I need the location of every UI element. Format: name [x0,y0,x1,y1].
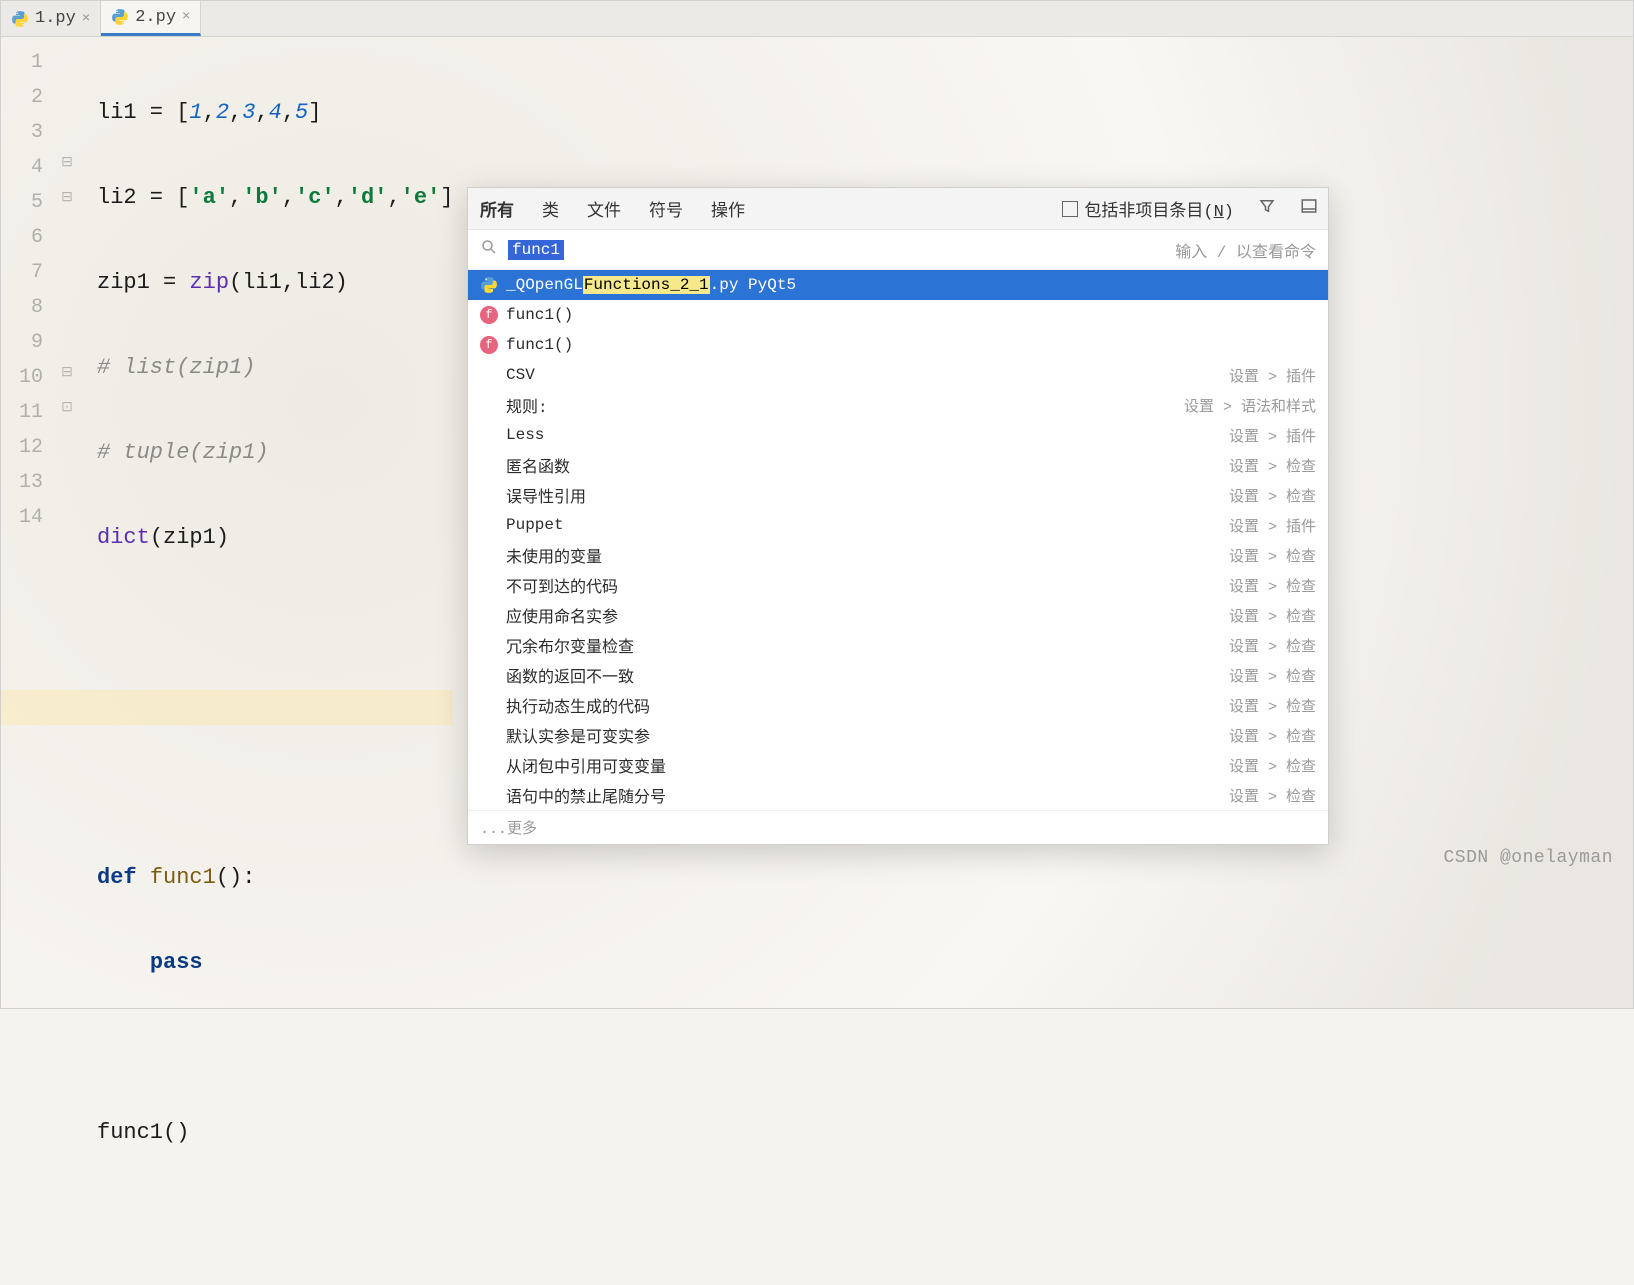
search-everywhere-popup: 所有 类 文件 符号 操作 包括非项目条目(N) func1 输入 / 以查看命… [467,187,1329,845]
search-result-item[interactable]: 规则:设置 > 语法和样式 [468,390,1328,420]
search-result-item[interactable]: CSV设置 > 插件 [468,360,1328,390]
search-result-item[interactable]: 不可到达的代码设置 > 检查 [468,570,1328,600]
python-file-icon [11,10,29,28]
popup-tab-symbols[interactable]: 符号 [647,196,685,222]
search-input-row: func1 输入 / 以查看命令 [468,230,1328,270]
python-file-icon [480,276,498,294]
more-results-link[interactable]: ...更多 [468,810,1328,844]
search-hint: 输入 / 以查看命令 [1175,238,1316,262]
tab-1-py[interactable]: 1.py × [1,1,101,36]
include-non-project-checkbox[interactable]: 包括非项目条目(N) [1062,196,1234,222]
search-result-item[interactable]: 未使用的变量设置 > 检查 [468,540,1328,570]
popup-tab-row: 所有 类 文件 符号 操作 包括非项目条目(N) [468,188,1328,230]
code-area[interactable]: li1 = [1,2,3,4,5] li2 = ['a','b','c','d'… [57,37,453,1285]
search-result-file[interactable]: _QOpenGLFunctions_2_1.py PyQt5 [468,270,1328,300]
editor-tab-bar: 1.py × 2.py × [1,1,1633,37]
tab-2-label: 2.py [135,8,176,27]
popup-tab-all[interactable]: 所有 [478,196,516,222]
search-result-item[interactable]: Less设置 > 插件 [468,420,1328,450]
search-result-item[interactable]: 语句中的禁止尾随分号设置 > 检查 [468,780,1328,810]
search-icon [480,238,498,262]
watermark: CSDN @onelayman [1443,848,1613,868]
search-result-item[interactable]: 默认实参是可变实参设置 > 检查 [468,720,1328,750]
open-in-tool-window-icon[interactable] [1300,197,1318,221]
function-icon: f [480,336,498,354]
close-icon[interactable]: × [82,11,90,27]
tab-1-label: 1.py [35,9,76,28]
popup-tab-classes[interactable]: 类 [540,196,561,222]
search-result-item[interactable]: 函数的返回不一致设置 > 检查 [468,660,1328,690]
filter-icon[interactable] [1258,197,1276,221]
search-result-function[interactable]: f func1() [468,300,1328,330]
search-result-item[interactable]: 从闭包中引用可变变量设置 > 检查 [468,750,1328,780]
search-result-function[interactable]: f func1() [468,330,1328,360]
popup-tab-actions[interactable]: 操作 [709,196,747,222]
close-icon[interactable]: × [182,9,190,25]
search-result-item[interactable]: 执行动态生成的代码设置 > 检查 [468,690,1328,720]
python-file-icon [111,8,129,26]
function-icon: f [480,306,498,324]
search-result-item[interactable]: 冗余布尔变量检查设置 > 检查 [468,630,1328,660]
search-result-item[interactable]: Puppet设置 > 插件 [468,510,1328,540]
search-result-item[interactable]: 误导性引用设置 > 检查 [468,480,1328,510]
search-result-item[interactable]: 匿名函数设置 > 检查 [468,450,1328,480]
popup-tab-files[interactable]: 文件 [585,196,623,222]
search-input[interactable]: func1 [508,240,564,260]
line-number-gutter: 1 2 3 4 5 6 7 8 9 10 11 12 13 14 [1,37,57,1285]
search-results-list: _QOpenGLFunctions_2_1.py PyQt5 f func1()… [468,270,1328,810]
tab-2-py[interactable]: 2.py × [101,1,201,36]
search-result-item[interactable]: 应使用命名实参设置 > 检查 [468,600,1328,630]
